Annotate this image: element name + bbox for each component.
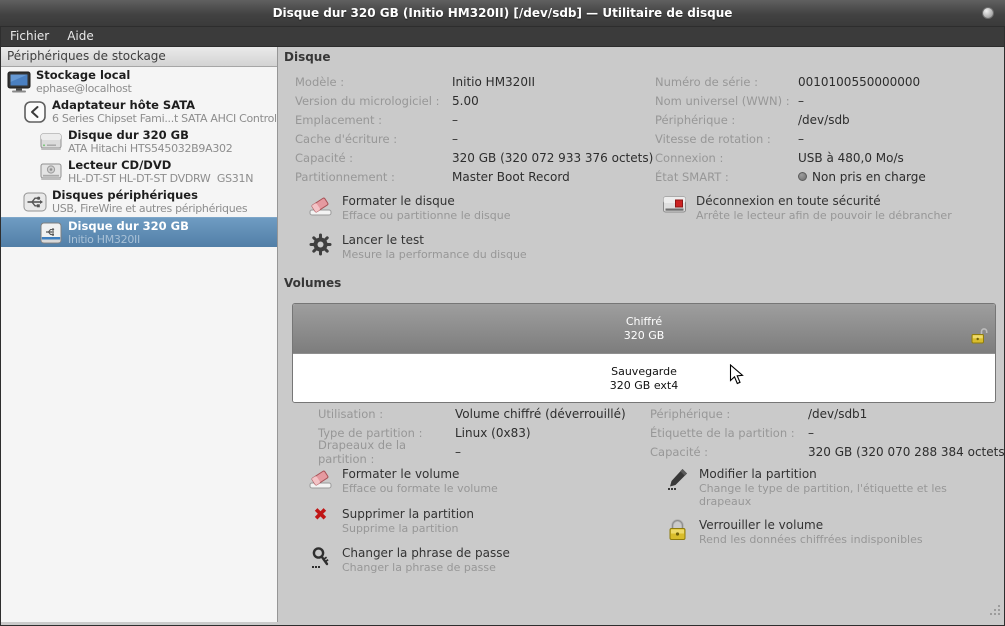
smart-status-dot-icon [798, 172, 807, 181]
computer-icon [7, 70, 31, 94]
sidebar-item-subtitle: ATA Hitachi HTS545032B9A302 [68, 142, 232, 155]
field-row: Utilisation :Volume chiffré (déverrouill… [318, 404, 626, 423]
unlock-open-icon [969, 326, 988, 349]
lock-volume-button[interactable]: Verrouiller le volumeRend les données ch… [665, 518, 923, 546]
sidebar-item-local-storage[interactable]: Stockage localephase@localhost [1, 67, 277, 97]
sidebar-item-subtitle: USB, FireWire et autres périphériques [52, 202, 247, 215]
close-window-button[interactable] [982, 7, 994, 19]
sidebar-item-title: Disque dur 320 GB [68, 220, 189, 233]
field-row: Nom universel (WWN) :– [655, 91, 926, 110]
volume-fields-right: Périphérique :/dev/sdb1 Étiquette de la … [650, 404, 1005, 461]
menu-bar: Fichier Aide [1, 27, 1004, 47]
disk-fields-right: Numéro de série :0010100550000000 Nom un… [655, 72, 926, 186]
field-row: Périphérique :/dev/sdb [655, 110, 926, 129]
eraser-icon [308, 467, 333, 495]
delete-partition-button[interactable]: ✖ Supprimer la partitionSupprime la part… [308, 507, 474, 535]
lock-closed-icon [665, 518, 690, 546]
smart-status-text: Non pris en charge [812, 170, 926, 184]
safe-removal-button[interactable]: Déconnexion en toute sécuritéArrête le l… [662, 194, 952, 222]
field-row: Emplacement :– [295, 110, 653, 129]
encrypted-volume-band[interactable]: Chiffré 320 GB [293, 304, 995, 353]
disk-fields-left: Modèle :Initio HM320II Version du microl… [295, 72, 653, 186]
field-row: Périphérique :/dev/sdb1 [650, 404, 1005, 423]
field-row: Vitesse de rotation :– [655, 129, 926, 148]
cleartext-volume-band[interactable]: Sauvegarde 320 GB ext4 [293, 353, 995, 402]
sidebar-header: Périphériques de stockage [1, 47, 277, 67]
sidebar-item-sata-adapter[interactable]: Adaptateur hôte SATA6 Series Chipset Fam… [1, 97, 277, 127]
volumes-section-title: Volumes [284, 276, 341, 290]
safe-remove-icon [662, 194, 687, 222]
field-row: Partitionnement :Master Boot Record [295, 167, 653, 186]
edit-partition-button[interactable]: Modifier la partitionChange le type de p… [665, 467, 1005, 508]
window-title: Disque dur 320 GB (Initio HM320II) [/dev… [273, 6, 733, 20]
menu-fichier[interactable]: Fichier [1, 27, 58, 46]
sidebar-item-title: Stockage local [36, 69, 132, 82]
disk-utility-window: Disque dur 320 GB (Initio HM320II) [/dev… [0, 0, 1005, 626]
field-row-smart-status: État SMART :Non pris en charge [655, 167, 926, 186]
benchmark-disk-button[interactable]: Lancer le testMesure la performance du d… [308, 233, 527, 261]
volume-fields-left: Utilisation :Volume chiffré (déverrouill… [318, 404, 626, 461]
format-volume-button[interactable]: Formater le volumeEfface ou formate le v… [308, 467, 498, 495]
sidebar-item-internal-disk[interactable]: Disque dur 320 GBATA Hitachi HTS545032B9… [1, 127, 277, 157]
usb-disk-icon [39, 222, 63, 244]
change-passphrase-button[interactable]: Changer la phrase de passeChanger la phr… [308, 546, 510, 574]
field-row: Cache d'écriture :– [295, 129, 653, 148]
pencil-icon [665, 467, 690, 508]
field-row: Capacité :320 GB (320 072 933 376 octets… [295, 148, 653, 167]
sidebar-item-title: Lecteur CD/DVD [68, 159, 253, 172]
sidebar-item-peripheral-disks[interactable]: Disques périphériquesUSB, FireWire et au… [1, 187, 277, 217]
cleartext-volume-name: Sauvegarde [293, 365, 995, 379]
sidebar-item-subtitle: Initio HM320II [68, 233, 189, 246]
encrypted-volume-size: 320 GB [293, 329, 995, 343]
sidebar-item-subtitle: HL-DT-ST HL-DT-ST DVDRW GS31N [68, 172, 253, 185]
cleartext-volume-size: 320 GB ext4 [293, 379, 995, 393]
encrypted-volume-name: Chiffré [293, 315, 995, 329]
eraser-icon [308, 194, 333, 222]
storage-devices-sidebar: Périphériques de stockage Stockage local… [1, 47, 278, 622]
menu-aide[interactable]: Aide [58, 27, 103, 46]
format-disk-button[interactable]: Formater le disqueEfface ou partitionne … [308, 194, 511, 222]
sidebar-item-subtitle: ephase@localhost [36, 82, 132, 95]
sidebar-item-cd-dvd-drive[interactable]: Lecteur CD/DVDHL-DT-ST HL-DT-ST DVDRW GS… [1, 157, 277, 187]
volume-map: Chiffré 320 GB Sauvegarde 320 GB ext4 [292, 303, 996, 403]
resize-grip[interactable] [989, 601, 1001, 620]
title-bar[interactable]: Disque dur 320 GB (Initio HM320II) [/dev… [0, 0, 1005, 27]
field-row: Version du micrologiciel :5.00 [295, 91, 653, 110]
field-row: Modèle :Initio HM320II [295, 72, 653, 91]
optical-drive-icon [39, 162, 63, 182]
usb-symbol-icon [23, 191, 47, 213]
gear-icon [308, 233, 333, 261]
sidebar-item-title: Disques périphériques [52, 189, 247, 202]
sata-adapter-icon [23, 101, 47, 123]
disk-section-title: Disque [284, 50, 331, 64]
sidebar-item-usb-disk-selected[interactable]: Disque dur 320 GBInitio HM320II [1, 217, 277, 247]
key-icon [308, 546, 333, 574]
sidebar-item-title: Adaptateur hôte SATA [52, 99, 277, 112]
field-row: Connexion :USB à 480,0 Mo/s [655, 148, 926, 167]
hard-disk-icon [39, 132, 63, 152]
field-row: Drapeaux de la partition :– [318, 442, 626, 461]
sidebar-item-title: Disque dur 320 GB [68, 129, 232, 142]
mouse-cursor [729, 364, 744, 390]
delete-x-icon: ✖ [308, 507, 333, 535]
field-row: Capacité :320 GB (320 070 288 384 octets… [650, 442, 1005, 461]
field-row: Étiquette de la partition :– [650, 423, 1005, 442]
field-row: Numéro de série :0010100550000000 [655, 72, 926, 91]
sidebar-item-subtitle: 6 Series Chipset Fami...t SATA AHCI Cont… [52, 112, 277, 125]
